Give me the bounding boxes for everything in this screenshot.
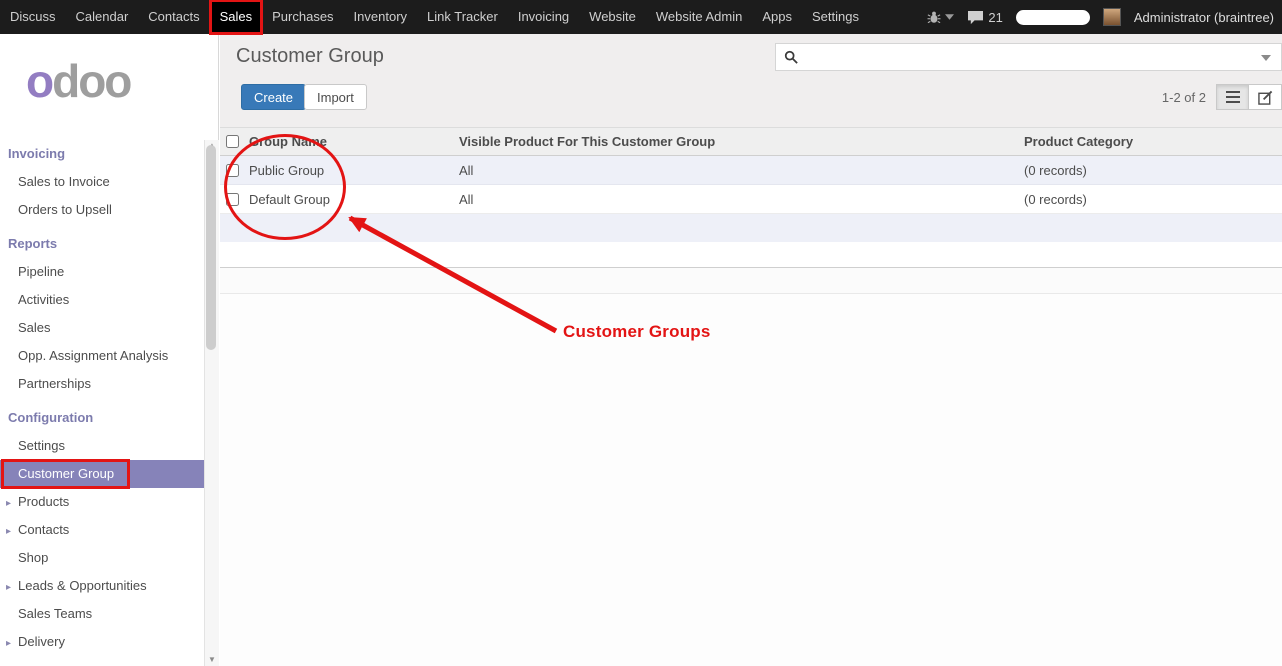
create-button[interactable]: Create	[241, 84, 306, 110]
section-invoicing: Invoicing	[0, 134, 204, 168]
topbar-menu-apps[interactable]: Apps	[752, 0, 802, 34]
column-header-visible-product[interactable]: Visible Product For This Customer Group	[455, 134, 1020, 149]
main-content: Customer Group Create Import 1-2 of 2	[220, 34, 1282, 666]
sidebar-item-delivery[interactable]: ▸Delivery	[0, 628, 204, 656]
timer-pill[interactable]	[1016, 10, 1090, 25]
cell-product-category: (0 records)	[1020, 163, 1282, 178]
topbar-menu-discuss[interactable]: Discuss	[0, 0, 66, 34]
topbar-menu-website[interactable]: Website	[579, 0, 646, 34]
row-checkbox-cell	[220, 164, 245, 177]
table-row[interactable]: Default Group All (0 records)	[220, 185, 1282, 214]
view-switcher	[1216, 84, 1282, 110]
table-footer	[220, 268, 1282, 294]
section-configuration: Configuration	[0, 398, 204, 432]
cell-visible-product: All	[455, 163, 1020, 178]
sidebar-item-label: Products	[18, 494, 69, 509]
search-input[interactable]	[804, 50, 1259, 65]
sidebar-item-activities[interactable]: Activities	[0, 286, 204, 314]
row-checkbox-cell	[220, 193, 245, 206]
topbar-menu-calendar[interactable]: Calendar	[66, 0, 139, 34]
section-reports: Reports	[0, 224, 204, 258]
odoo-logo: odoo	[0, 34, 218, 134]
topbar-menu-settings[interactable]: Settings	[802, 0, 869, 34]
empty-row	[220, 242, 1282, 268]
topbar-menu-inventory[interactable]: Inventory	[344, 0, 417, 34]
sidebar-nav: Invoicing Sales to Invoice Orders to Ups…	[0, 134, 204, 656]
messages-indicator[interactable]: 21	[967, 10, 1002, 25]
sidebar-item-products[interactable]: ▸Products	[0, 488, 204, 516]
topbar-right-cluster: 21 Administrator (braintree)	[927, 0, 1282, 34]
scroll-down-icon[interactable]: ▼	[208, 654, 216, 666]
column-header-product-category[interactable]: Product Category	[1020, 134, 1282, 149]
control-panel: Customer Group Create Import 1-2 of 2	[220, 34, 1282, 127]
cell-visible-product: All	[455, 192, 1020, 207]
sidebar-item-label: Leads & Opportunities	[18, 578, 147, 593]
chevron-down-icon	[945, 14, 954, 20]
cell-group-name: Public Group	[245, 163, 455, 178]
topbar-menu-purchases[interactable]: Purchases	[262, 0, 343, 34]
search-options-caret[interactable]	[1259, 44, 1273, 70]
page-title: Customer Group	[236, 45, 384, 68]
search-icon	[784, 50, 798, 64]
sidebar: odoo Invoicing Sales to Invoice Orders t…	[0, 34, 219, 666]
topbar: Discuss Calendar Contacts Sales Purchase…	[0, 0, 1282, 34]
table-header-row: Group Name Visible Product For This Cust…	[220, 127, 1282, 156]
empty-row	[220, 214, 1282, 242]
column-header-group-name[interactable]: Group Name	[245, 134, 455, 149]
caret-right-icon: ▸	[6, 518, 18, 546]
chevron-down-icon	[1261, 55, 1271, 61]
logo-rest: doo	[52, 55, 130, 107]
search-bar[interactable]	[775, 43, 1282, 71]
avatar[interactable]	[1103, 8, 1121, 26]
list-icon	[1226, 91, 1240, 103]
sidebar-item-orders-to-upsell[interactable]: Orders to Upsell	[0, 196, 204, 224]
sidebar-item-customer-group[interactable]: Customer Group	[0, 460, 204, 488]
caret-right-icon: ▸	[6, 490, 18, 518]
scrollbar-thumb[interactable]	[206, 145, 216, 350]
row-checkbox[interactable]	[226, 164, 239, 177]
select-all-checkbox[interactable]	[226, 135, 239, 148]
row-checkbox[interactable]	[226, 193, 239, 206]
sidebar-item-label: Customer Group	[18, 466, 114, 481]
sidebar-item-sales-teams[interactable]: Sales Teams	[0, 600, 204, 628]
caret-right-icon: ▸	[6, 630, 18, 658]
user-menu[interactable]: Administrator (braintree)	[1134, 10, 1274, 25]
sidebar-item-sales[interactable]: Sales	[0, 314, 204, 342]
sidebar-item-partnerships[interactable]: Partnerships	[0, 370, 204, 398]
debug-menu[interactable]	[927, 10, 954, 24]
topbar-menu-invoicing[interactable]: Invoicing	[508, 0, 579, 34]
sidebar-item-settings[interactable]: Settings	[0, 432, 204, 460]
select-all-checkbox-cell	[220, 135, 245, 148]
message-count: 21	[988, 10, 1002, 25]
sidebar-item-contacts[interactable]: ▸Contacts	[0, 516, 204, 544]
sidebar-item-sales-to-invoice[interactable]: Sales to Invoice	[0, 168, 204, 196]
topbar-menu-contacts[interactable]: Contacts	[138, 0, 209, 34]
form-view-button[interactable]	[1249, 84, 1282, 110]
sidebar-item-shop[interactable]: Shop	[0, 544, 204, 572]
topbar-menu-sales[interactable]: Sales	[210, 0, 263, 34]
topbar-menu-website-admin[interactable]: Website Admin	[646, 0, 752, 34]
pager: 1-2 of 2	[1162, 90, 1206, 105]
topbar-menu-link-tracker[interactable]: Link Tracker	[417, 0, 508, 34]
table-row[interactable]: Public Group All (0 records)	[220, 156, 1282, 185]
sidebar-item-label: Contacts	[18, 522, 69, 537]
list-view-button[interactable]	[1216, 84, 1249, 110]
caret-right-icon: ▸	[6, 574, 18, 602]
sidebar-item-label: Delivery	[18, 634, 65, 649]
bug-icon	[927, 10, 941, 24]
chat-bubble-icon	[967, 10, 984, 25]
cell-product-category: (0 records)	[1020, 192, 1282, 207]
sidebar-item-opp-assignment-analysis[interactable]: Opp. Assignment Analysis	[0, 342, 204, 370]
cell-group-name: Default Group	[245, 192, 455, 207]
import-button[interactable]: Import	[304, 84, 367, 110]
customer-group-table: Group Name Visible Product For This Cust…	[220, 127, 1282, 294]
sidebar-item-leads-opportunities[interactable]: ▸Leads & Opportunities	[0, 572, 204, 600]
sidebar-item-pipeline[interactable]: Pipeline	[0, 258, 204, 286]
edit-form-icon	[1258, 90, 1273, 105]
logo-letter: o	[26, 55, 52, 107]
